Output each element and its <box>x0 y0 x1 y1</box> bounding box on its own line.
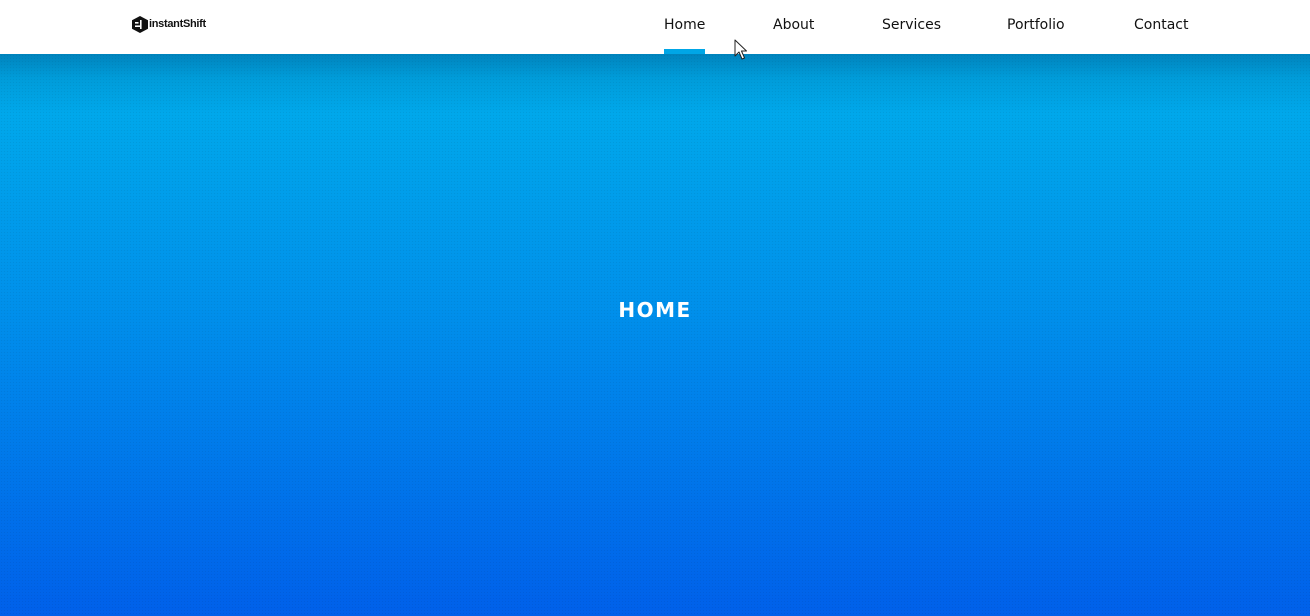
hero-section: HOME <box>0 54 1310 616</box>
top-navbar: instantShift Home About Services Portfol… <box>0 0 1310 54</box>
hero-title: HOME <box>618 298 692 322</box>
mouse-cursor-icon <box>734 39 747 60</box>
nav-item-services[interactable]: Services <box>882 0 941 54</box>
instantshift-logo-icon <box>132 15 148 33</box>
nav-item-portfolio[interactable]: Portfolio <box>1007 0 1065 54</box>
brand-logo[interactable]: instantShift <box>132 15 206 33</box>
nav-item-home[interactable]: Home <box>664 0 706 54</box>
hero-dot-pattern <box>0 54 1310 616</box>
nav-item-about[interactable]: About <box>773 0 814 54</box>
brand-name: instantShift <box>149 18 206 30</box>
navbar-shadow <box>0 54 1310 114</box>
nav-item-contact[interactable]: Contact <box>1134 0 1188 54</box>
